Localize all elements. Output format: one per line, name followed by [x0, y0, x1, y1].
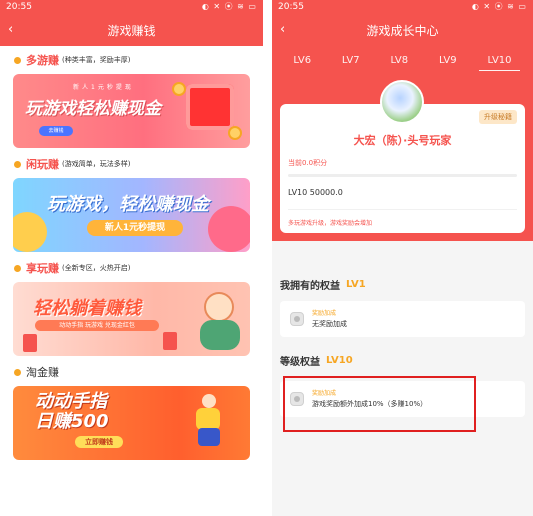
headline-line1: 动动手指	[35, 391, 107, 412]
page-title: 游戏成长中心	[366, 23, 439, 38]
tab-lv9[interactable]: LV9	[435, 55, 461, 66]
status-bar: 20:55 ◐ ✕ ⦿ ≋ ▭	[0, 0, 263, 14]
coin-icon	[172, 82, 186, 96]
owned-level: LV1	[346, 278, 366, 290]
section-header-taojinzhuan: 淘金赚	[0, 360, 263, 384]
level-hero: 20:55 ◐ ✕ ⦿ ≋ ▭ ‹ 游戏成长中心 LV6 LV7 LV8 LV9…	[272, 0, 533, 241]
red-envelope-icon	[163, 332, 177, 350]
red-envelope-icon	[23, 334, 37, 352]
red-envelope-icon	[186, 84, 234, 130]
tab-lv10[interactable]: LV10	[479, 55, 520, 71]
upgrade-hint: 多玩游戏升级，游戏奖励会增加	[288, 220, 373, 227]
upgrade-tips-button[interactable]: 升级秘籍	[479, 110, 517, 124]
section-name: 闲玩赚	[26, 158, 59, 171]
status-icons: ◐ ✕ ⦿ ≋ ▭	[471, 2, 527, 11]
banner-xianwanzhuan[interactable]: 玩游戏，轻松赚现金 新人1元秒提现	[13, 178, 250, 252]
banner-taojinzhuan[interactable]: 动动手指 日赚500 立即赚钱	[13, 386, 250, 460]
benefit-label: 奖励加成	[312, 310, 337, 317]
username: 大宏（陈）·头号玩家	[353, 134, 452, 147]
runner-icon	[188, 394, 228, 446]
section-name: 多游赚	[26, 54, 59, 67]
bullet-dot-icon	[14, 264, 21, 272]
banner-headline: 玩游戏，轻松赚现金	[47, 194, 209, 215]
avatar	[380, 80, 424, 124]
level-progress-bar	[288, 174, 517, 177]
gift-box-icon	[208, 206, 250, 252]
owned-benefits-title: 我拥有的权益	[280, 280, 340, 292]
banner-headline: 轻松躺着赚钱	[33, 298, 141, 319]
headline-line2: 日赚500	[35, 411, 109, 432]
benefit-value: 无奖励加成	[312, 320, 347, 328]
section-name: 淘金赚	[26, 366, 59, 379]
highlight-box	[283, 376, 476, 432]
current-points: 当前0.0积分	[288, 159, 328, 167]
tab-lv8[interactable]: LV8	[386, 55, 412, 66]
level-tabs: LV6 LV7 LV8 LV9 LV10	[272, 46, 533, 74]
person-icon	[204, 292, 234, 322]
owned-benefits-header: 我拥有的权益 LV1	[272, 271, 533, 297]
owned-benefit-item: 奖励加成 无奖励加成	[280, 301, 525, 337]
section-desc: (游戏简单，玩法多样)	[62, 160, 131, 168]
level-benefits-header: 等级权益 LV10	[272, 347, 533, 373]
game-earn-screen: 20:55 ◐ ✕ ⦿ ≋ ▭ ‹ 游戏赚钱 多游赚 (种类丰富，奖励丰厚) 新…	[0, 0, 263, 516]
reward-bonus-icon	[290, 312, 304, 326]
banner-subtitle: 动动手指 玩游戏 兑现金红包	[35, 320, 159, 331]
tab-lv7[interactable]: LV7	[338, 55, 364, 66]
status-bar: 20:55 ◐ ✕ ⦿ ≋ ▭	[272, 0, 533, 14]
section-header-duoyouzhuan: 多游赚 (种类丰富，奖励丰厚)	[0, 48, 263, 72]
banner-xiangwanzhuan[interactable]: 轻松躺着赚钱 动动手指 玩游戏 兑现金红包	[13, 282, 250, 356]
section-header-xianwanzhuan: 闲玩赚 (游戏简单，玩法多样)	[0, 152, 263, 176]
hammock-icon	[200, 320, 240, 350]
divider	[288, 209, 517, 210]
back-arrow-icon[interactable]: ‹	[8, 20, 28, 40]
banner-caption: 新人1元秒提现	[73, 84, 134, 91]
go-earn-button[interactable]: 去赚钱	[39, 126, 73, 136]
game-controller-icon	[13, 212, 47, 252]
header: ‹ 游戏赚钱	[0, 14, 263, 46]
earn-now-button[interactable]: 立即赚钱	[75, 436, 123, 448]
level-benefits-title: 等级权益	[280, 356, 320, 368]
page-title: 游戏赚钱	[107, 23, 156, 38]
growth-center-screen: 20:55 ◐ ✕ ⦿ ≋ ▭ ‹ 游戏成长中心 LV6 LV7 LV8 LV9…	[272, 0, 533, 516]
section-desc: (种类丰富，奖励丰厚)	[62, 56, 131, 64]
banner-headline: 动动手指 日赚500	[35, 392, 109, 432]
bullet-dot-icon	[14, 368, 21, 376]
level-benefits-level: LV10	[326, 354, 353, 366]
banner-headline: 玩游戏轻松赚现金	[25, 99, 161, 119]
banner-duoyouzhuan[interactable]: 新人1元秒提现 玩游戏轻松赚现金 去赚钱	[13, 74, 250, 148]
section-desc: (全新专区，火热开启)	[62, 264, 131, 272]
tab-lv6[interactable]: LV6	[289, 55, 315, 66]
status-time: 20:55	[278, 2, 304, 12]
back-arrow-icon[interactable]: ‹	[280, 20, 300, 40]
section-name: 享玩赚	[26, 262, 59, 275]
status-icons: ◐ ✕ ⦿ ≋ ▭	[201, 2, 257, 11]
next-level-requirement: LV10 50000.0	[288, 188, 343, 197]
header: ‹ 游戏成长中心	[272, 14, 533, 46]
status-time: 20:55	[6, 2, 32, 12]
withdraw-button[interactable]: 新人1元秒提现	[87, 220, 183, 236]
coin-icon	[228, 126, 242, 140]
bullet-dot-icon	[14, 160, 21, 168]
bullet-dot-icon	[14, 56, 21, 64]
section-header-xiangwanzhuan: 享玩赚 (全新专区，火热开启)	[0, 256, 263, 280]
